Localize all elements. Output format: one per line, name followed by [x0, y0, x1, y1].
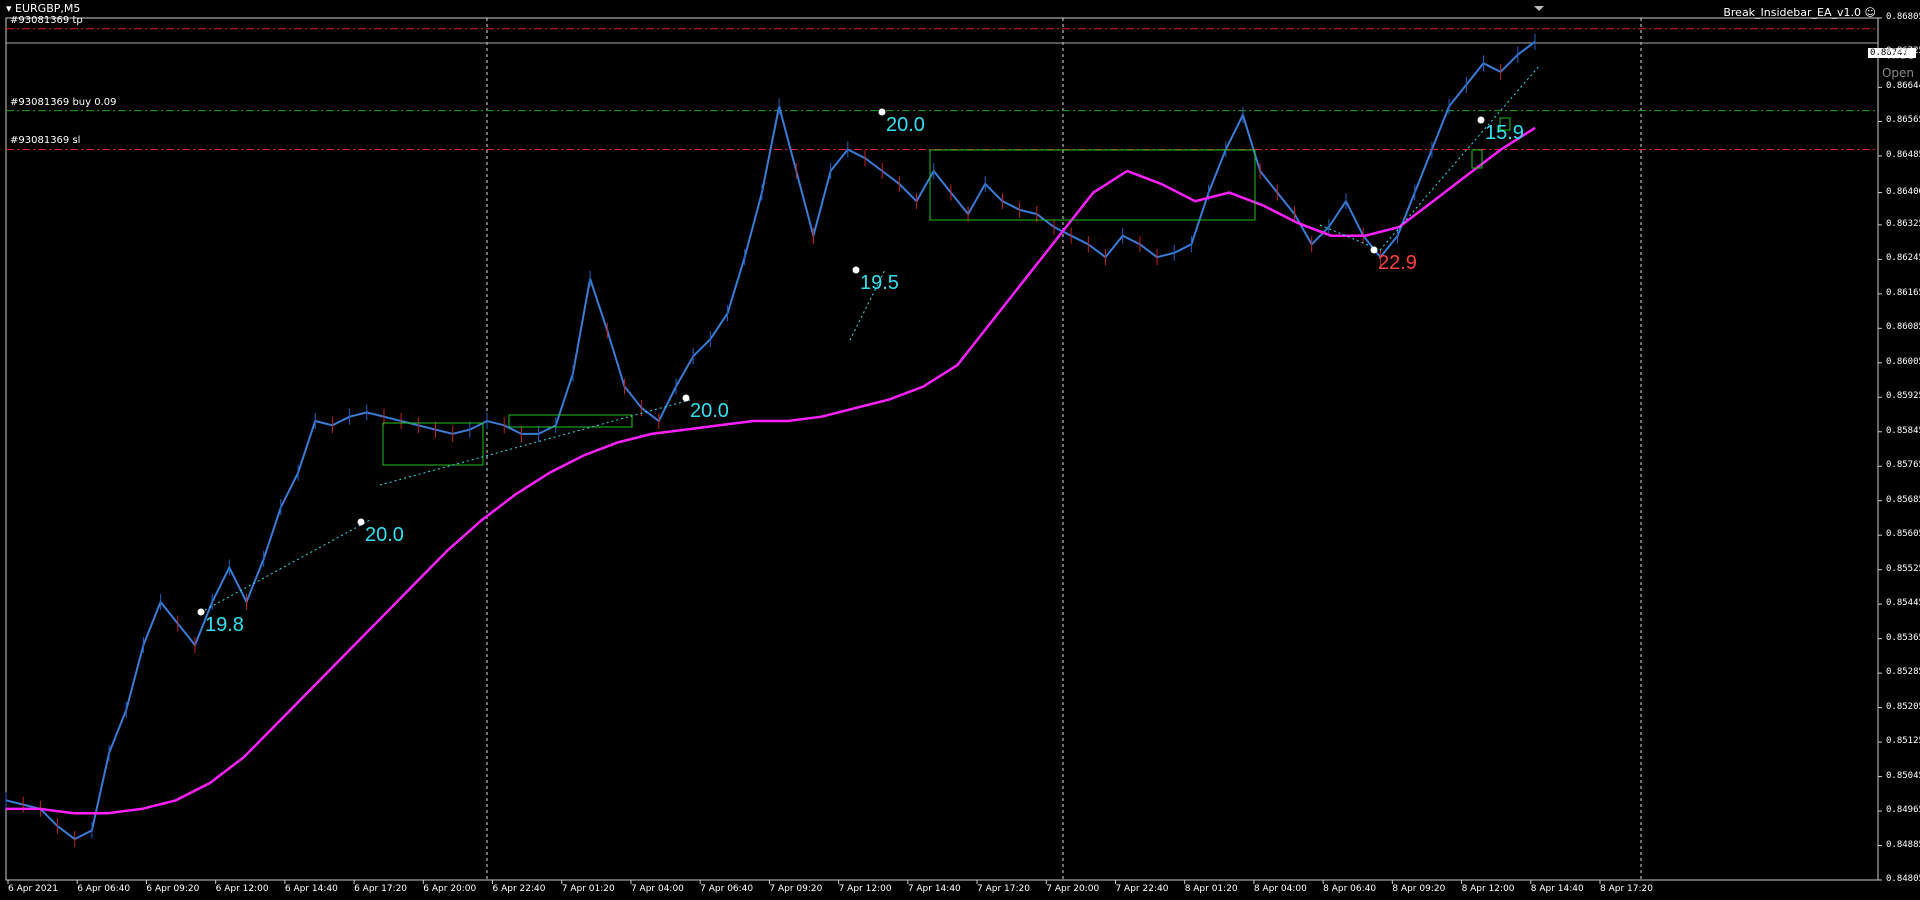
price-axis-label: 0.86805: [1886, 12, 1920, 22]
time-axis-label: 7 Apr 04:00: [630, 884, 684, 894]
price-axis-label: 0.84965: [1886, 805, 1920, 816]
time-axis-label: 6 Apr 20:00: [423, 884, 477, 894]
time-axis-label: 7 Apr 20:00: [1046, 884, 1100, 894]
symbol-title[interactable]: ▾ EURGBP,M5: [6, 2, 80, 15]
price-axis-label: 0.86725: [1886, 46, 1920, 57]
time-axis-label: 7 Apr 22:40: [1115, 884, 1169, 894]
price-axis-label: 0.84805: [1886, 874, 1920, 884]
pip-result-label: 20.0: [886, 114, 925, 136]
time-axis-label: 8 Apr 04:00: [1253, 884, 1307, 894]
pip-result-label: 19.8: [205, 614, 244, 636]
time-axis-label: 7 Apr 01:20: [561, 884, 615, 894]
insidebar-box-1: [508, 414, 633, 428]
pip-result-label: 20.0: [690, 400, 729, 422]
price-axis-label: 0.85525: [1886, 563, 1920, 574]
pip-result-label: 22.9: [1378, 252, 1417, 274]
time-axis-label: 7 Apr 12:00: [838, 884, 892, 894]
time-axis-label: 8 Apr 06:40: [1323, 884, 1377, 894]
price-axis-label: 0.86165: [1886, 287, 1920, 298]
trade-line-label: #93081369 tp: [10, 14, 83, 26]
trade-marker-dot: [682, 394, 690, 402]
price-axis-label: 0.86085: [1886, 322, 1920, 333]
chart-window: ▾ EURGBP,M5 Break_Insidebar_EA_v1.0 ☺ Hi…: [0, 0, 1920, 900]
trade-marker-dot: [357, 518, 365, 526]
insidebar-box-2: [929, 149, 1256, 221]
moving-average-line: [6, 126, 1536, 815]
trade-line-label: #93081369 sl: [10, 135, 81, 147]
time-axis-label: 7 Apr 06:40: [700, 884, 754, 894]
trade-marker-dot: [852, 266, 860, 274]
pip-result-label: 19.5: [860, 272, 899, 294]
price-axis-label: 0.85125: [1886, 736, 1920, 747]
ea-name-label: Break_Insidebar_EA_v1.0 ☺: [1723, 6, 1876, 19]
price-series-line: [5, 40, 1536, 841]
price-axis-label: 0.86485: [1886, 149, 1920, 160]
chart-frame: [5, 17, 1879, 881]
trade-marker-dot: [197, 608, 205, 616]
time-axis-label: 7 Apr 17:20: [977, 884, 1030, 894]
ea-name-text: Break_Insidebar_EA_v1.0: [1723, 6, 1862, 19]
trade-line-label: #93081369 buy 0.09: [10, 96, 117, 108]
symbol-text: EURGBP,M5: [15, 2, 81, 15]
trade-connector-1: [379, 399, 691, 486]
time-axis-label: 8 Apr 01:20: [1184, 884, 1238, 894]
price-axis-label: 0.85205: [1886, 701, 1920, 712]
price-axis-label: 0.86400: [1886, 186, 1920, 197]
collapse-triangle-icon[interactable]: ▾: [6, 2, 12, 15]
time-axis-label: 6 Apr 2021: [8, 884, 58, 894]
price-axis-label: 0.85285: [1886, 667, 1920, 678]
price-axis-label: 0.85445: [1886, 598, 1920, 609]
price-axis-label: 0.85925: [1886, 391, 1920, 402]
pip-result-label: 15.9: [1485, 122, 1524, 144]
trade-marker-dot: [878, 108, 886, 116]
pip-result-label: 20.0: [365, 524, 404, 546]
time-axis-label: 6 Apr 12:00: [215, 884, 269, 894]
price-axis-label: 0.85045: [1886, 770, 1920, 781]
time-axis-label: 8 Apr 09:20: [1392, 884, 1446, 894]
time-axis-label: 8 Apr 14:40: [1530, 884, 1584, 894]
price-axis-label: 0.85685: [1886, 494, 1920, 505]
time-axis-label: 6 Apr 17:20: [354, 884, 408, 894]
price-axis-label: 0.84885: [1886, 839, 1920, 850]
time-axis-label: 6 Apr 06:40: [77, 884, 131, 894]
price-axis-label: 0.85845: [1886, 425, 1920, 436]
price-axis-label: 0.86565: [1886, 115, 1920, 126]
time-axis-label: 6 Apr 14:40: [284, 884, 338, 894]
time-axis-label: 8 Apr 12:00: [1461, 884, 1515, 894]
trade-marker-dot: [1477, 116, 1485, 124]
price-axis-label: 0.85365: [1886, 632, 1920, 643]
time-axis-label: 6 Apr 22:40: [492, 884, 546, 894]
time-axis-label: 8 Apr 17:20: [1600, 884, 1653, 894]
time-axis-label: 7 Apr 14:40: [907, 884, 961, 894]
price-axis-label: 0.86245: [1886, 253, 1920, 264]
price-axis-label: 0.85605: [1886, 529, 1920, 540]
time-axis-label: 6 Apr 09:20: [146, 884, 200, 894]
price-axis-label: 0.85765: [1886, 460, 1920, 471]
price-chart[interactable]: [0, 0, 1920, 900]
price-axis-label: 0.86325: [1886, 218, 1920, 229]
shift-arrow-icon: [1534, 6, 1544, 11]
open-button[interactable]: Open: [1882, 66, 1914, 80]
smiley-icon: ☺: [1864, 6, 1876, 19]
trade-marker-dot: [1370, 246, 1378, 254]
price-axis-label: 0.86005: [1886, 356, 1920, 367]
time-axis-label: 7 Apr 09:20: [769, 884, 823, 894]
price-axis-label: 0.86644: [1886, 81, 1920, 92]
